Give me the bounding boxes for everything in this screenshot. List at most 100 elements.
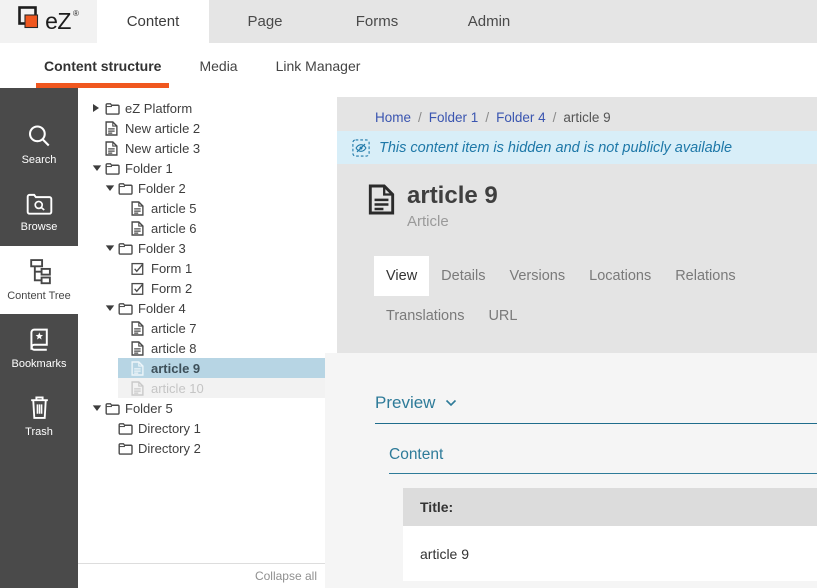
tree-item-label: Directory 1 xyxy=(138,421,201,436)
tree-item-folder-5[interactable]: Folder 5 xyxy=(92,398,325,418)
subnav-item-content-structure[interactable]: Content structure xyxy=(36,43,169,88)
subnav-item-link-manager[interactable]: Link Manager xyxy=(268,43,369,88)
browse-icon xyxy=(26,192,53,216)
ez-logo-text: eZ xyxy=(45,8,71,35)
tree-item-label: Form 2 xyxy=(151,281,192,296)
tree-item-folder-4[interactable]: Folder 4 xyxy=(105,298,325,318)
tree-item-form-1[interactable]: Form 1 xyxy=(118,258,325,278)
tree-item-label: article 10 xyxy=(151,381,204,396)
preview-section-label: Preview xyxy=(375,393,435,413)
sidebar-item-label: Bookmarks xyxy=(11,358,66,370)
content-fields-section: Content Title: article 9 xyxy=(389,446,817,581)
tree-item-article-7[interactable]: article 7 xyxy=(118,318,325,338)
article-icon xyxy=(131,361,146,376)
tree-item-article-6[interactable]: article 6 xyxy=(118,218,325,238)
article-icon xyxy=(131,201,146,216)
folder-icon xyxy=(118,441,133,456)
subnav-item-media[interactable]: Media xyxy=(191,43,245,88)
topnav-tab-content[interactable]: Content xyxy=(97,0,209,43)
tree-item-label: Folder 4 xyxy=(138,301,186,316)
preview-section-toggle[interactable]: Preview xyxy=(375,393,817,424)
chevron-down-icon xyxy=(445,399,457,407)
sub-navbar: Content structure Media Link Manager xyxy=(0,43,817,88)
tree-item-directory-2[interactable]: Directory 2 xyxy=(105,438,325,458)
folder-icon xyxy=(118,181,133,196)
tab-locations[interactable]: Locations xyxy=(577,256,663,296)
tree-item-ez-platform[interactable]: eZ Platform xyxy=(92,98,325,118)
tab-view[interactable]: View xyxy=(374,256,429,296)
sidebar-item-label: Search xyxy=(22,154,57,166)
tree-item-form-2[interactable]: Form 2 xyxy=(118,278,325,298)
form-icon xyxy=(131,281,146,296)
tab-url[interactable]: URL xyxy=(476,296,529,336)
breadcrumb-item-folder-4[interactable]: Folder 4 xyxy=(496,110,546,125)
tree-caret-expanded-icon[interactable] xyxy=(92,404,105,412)
tree-caret-expanded-icon[interactable] xyxy=(92,164,105,172)
tree-item-label: article 7 xyxy=(151,321,197,336)
ez-logo-registered-mark: ® xyxy=(73,9,79,18)
breadcrumb-item-home[interactable]: Home xyxy=(375,110,411,125)
tree-item-new-article-3[interactable]: New article 3 xyxy=(92,138,325,158)
main-layout: Search BrowseContent Tree Bookmarks Trash e… xyxy=(0,88,817,588)
breadcrumb: Home / Folder 1 / Folder 4 / article 9 xyxy=(337,97,817,125)
hidden-content-banner-text: This content item is hidden and is not p… xyxy=(379,140,732,156)
top-navbar: eZ ® ContentPageFormsAdmin xyxy=(0,0,817,43)
tree-item-article-9[interactable]: article 9 xyxy=(118,358,325,378)
tree-item-label: Folder 5 xyxy=(125,401,173,416)
tree-item-article-10[interactable]: article 10 xyxy=(118,378,325,398)
content-header: Home / Folder 1 / Folder 4 / article 9 This co… xyxy=(337,97,817,353)
folder-icon xyxy=(105,161,120,176)
tree-item-label: article 9 xyxy=(151,361,200,376)
tab-translations[interactable]: Translations xyxy=(374,296,476,336)
content-title-block: article 9 Article xyxy=(368,182,817,230)
breadcrumb-separator: / xyxy=(553,110,557,125)
topnav-tab-admin[interactable]: Admin xyxy=(433,0,545,43)
tab-versions[interactable]: Versions xyxy=(498,256,578,296)
content-tree-icon xyxy=(27,258,52,285)
article-icon xyxy=(131,341,146,356)
tree-caret-expanded-icon[interactable] xyxy=(105,244,118,252)
tree-item-folder-3[interactable]: Folder 3 xyxy=(105,238,325,258)
topnav-tab-forms[interactable]: Forms xyxy=(321,0,433,43)
tree-caret-collapsed-icon[interactable] xyxy=(92,103,105,113)
tab-details[interactable]: Details xyxy=(429,256,497,296)
article-icon xyxy=(131,321,146,336)
sidebar-item-content-tree[interactable]: Content Tree xyxy=(0,246,78,314)
tree-item-folder-2[interactable]: Folder 2 xyxy=(105,178,325,198)
page-title: article 9 xyxy=(407,182,498,210)
tab-relations[interactable]: Relations xyxy=(663,256,747,296)
folder-icon xyxy=(105,101,120,116)
breadcrumb-separator: / xyxy=(485,110,489,125)
sidebar-item-trash[interactable]: Trash xyxy=(0,382,78,450)
tree-item-folder-1[interactable]: Folder 1 xyxy=(92,158,325,178)
sidebar-item-search[interactable]: Search xyxy=(0,110,78,178)
tree-caret-expanded-icon[interactable] xyxy=(105,184,118,192)
topnav-tabs: ContentPageFormsAdmin xyxy=(97,0,545,43)
bookmarks-icon xyxy=(26,327,52,353)
tree-item-article-8[interactable]: article 8 xyxy=(118,338,325,358)
breadcrumb-item-article-9: article 9 xyxy=(563,110,610,125)
breadcrumb-separator: / xyxy=(418,110,422,125)
ez-logo-icon xyxy=(18,6,43,37)
content-main-pane: Home / Folder 1 / Folder 4 / article 9 This co… xyxy=(325,88,817,588)
tree-caret-expanded-icon[interactable] xyxy=(105,304,118,312)
tree-item-label: article 8 xyxy=(151,341,197,356)
tree-item-directory-1[interactable]: Directory 1 xyxy=(105,418,325,438)
sidebar-item-browse[interactable]: Browse xyxy=(0,178,78,246)
tree-item-label: Folder 1 xyxy=(125,161,173,176)
article-icon xyxy=(131,381,146,396)
ez-platform-admin: eZ ® ContentPageFormsAdmin Content struc… xyxy=(0,0,817,588)
ez-logo[interactable]: eZ ® xyxy=(0,0,97,43)
article-type-icon xyxy=(368,184,395,230)
article-icon xyxy=(105,121,120,136)
sidebar-item-bookmarks[interactable]: Bookmarks xyxy=(0,314,78,382)
folder-icon xyxy=(118,421,133,436)
topnav-tab-page[interactable]: Page xyxy=(209,0,321,43)
tree-item-article-5[interactable]: article 5 xyxy=(118,198,325,218)
breadcrumb-item-folder-1[interactable]: Folder 1 xyxy=(429,110,479,125)
folder-icon xyxy=(105,401,120,416)
tree-item-label: Folder 2 xyxy=(138,181,186,196)
tree-item-new-article-2[interactable]: New article 2 xyxy=(92,118,325,138)
tree-item-label: New article 3 xyxy=(125,141,200,156)
collapse-all-button[interactable]: Collapse all xyxy=(78,563,325,588)
